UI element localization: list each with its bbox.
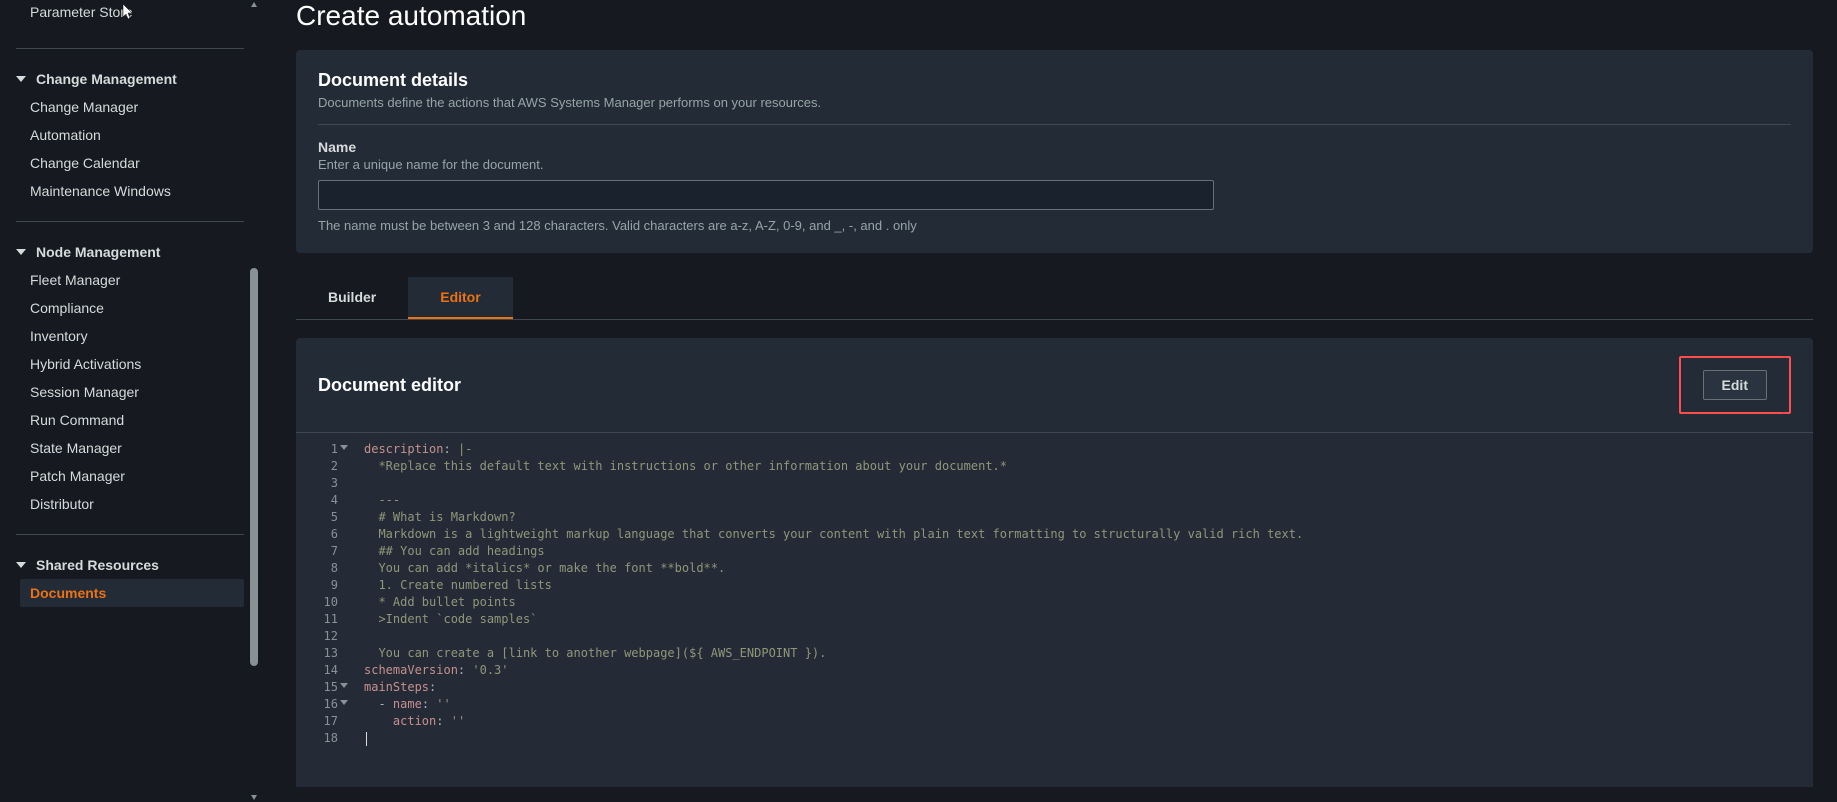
sidebar-item-documents[interactable]: Documents — [20, 579, 244, 607]
name-help: The name must be between 3 and 128 chara… — [318, 218, 1791, 233]
sidebar: Parameter Store Change Management Change… — [0, 0, 260, 802]
divider — [16, 534, 244, 535]
divider — [16, 48, 244, 49]
scroll-down-icon[interactable] — [250, 792, 258, 802]
code-gutter: 123456789101112131415161718 — [296, 441, 346, 747]
code-content[interactable]: description: |- *Replace this default te… — [346, 441, 1303, 747]
chevron-down-icon — [16, 562, 26, 568]
document-editor-panel: Document editor Edit 1234567891011121314… — [296, 338, 1813, 787]
main-content: Create automation Document details Docum… — [260, 0, 1837, 802]
scroll-up-icon[interactable] — [250, 0, 258, 10]
chevron-down-icon — [16, 249, 26, 255]
code-editor[interactable]: 123456789101112131415161718 description:… — [296, 432, 1813, 787]
divider — [16, 221, 244, 222]
sidebar-item-patch-manager[interactable]: Patch Manager — [16, 462, 244, 490]
editor-heading: Document editor — [318, 375, 461, 396]
sidebar-item-change-calendar[interactable]: Change Calendar — [16, 149, 244, 177]
tab-editor[interactable]: Editor — [408, 277, 512, 319]
sidebar-scrollbar[interactable] — [248, 0, 260, 802]
sidebar-item-fleet-manager[interactable]: Fleet Manager — [16, 266, 244, 294]
panel-heading: Document details — [318, 70, 1791, 91]
panel-subtitle: Documents define the actions that AWS Sy… — [318, 95, 1791, 110]
sidebar-item-maintenance-windows[interactable]: Maintenance Windows — [16, 177, 244, 205]
nav-group-node-management[interactable]: Node Management — [16, 238, 244, 266]
sidebar-item-session-manager[interactable]: Session Manager — [16, 378, 244, 406]
name-label: Name — [318, 139, 1791, 155]
editor-tabs: Builder Editor — [296, 277, 1813, 320]
nav-group-change-management[interactable]: Change Management — [16, 65, 244, 93]
name-field-group: Name Enter a unique name for the documen… — [318, 124, 1791, 233]
sidebar-item-hybrid-activations[interactable]: Hybrid Activations — [16, 350, 244, 378]
nav-group-label: Shared Resources — [36, 557, 159, 573]
tab-builder[interactable]: Builder — [296, 277, 408, 319]
nav-group-label: Change Management — [36, 71, 177, 87]
page-title: Create automation — [296, 0, 1813, 32]
name-hint: Enter a unique name for the document. — [318, 157, 1791, 172]
sidebar-item-parameter-store[interactable]: Parameter Store — [16, 0, 244, 32]
edit-button[interactable]: Edit — [1703, 370, 1767, 400]
scrollbar-thumb[interactable] — [250, 268, 258, 666]
nav-group-shared-resources[interactable]: Shared Resources — [16, 551, 244, 579]
sidebar-item-compliance[interactable]: Compliance — [16, 294, 244, 322]
sidebar-item-state-manager[interactable]: State Manager — [16, 434, 244, 462]
sidebar-item-inventory[interactable]: Inventory — [16, 322, 244, 350]
sidebar-item-run-command[interactable]: Run Command — [16, 406, 244, 434]
chevron-down-icon — [16, 76, 26, 82]
document-name-input[interactable] — [318, 180, 1214, 210]
document-details-panel: Document details Documents define the ac… — [296, 50, 1813, 253]
nav-group-label: Node Management — [36, 244, 160, 260]
edit-button-highlight: Edit — [1679, 356, 1791, 414]
sidebar-item-change-manager[interactable]: Change Manager — [16, 93, 244, 121]
sidebar-item-automation[interactable]: Automation — [16, 121, 244, 149]
sidebar-item-distributor[interactable]: Distributor — [16, 490, 244, 518]
